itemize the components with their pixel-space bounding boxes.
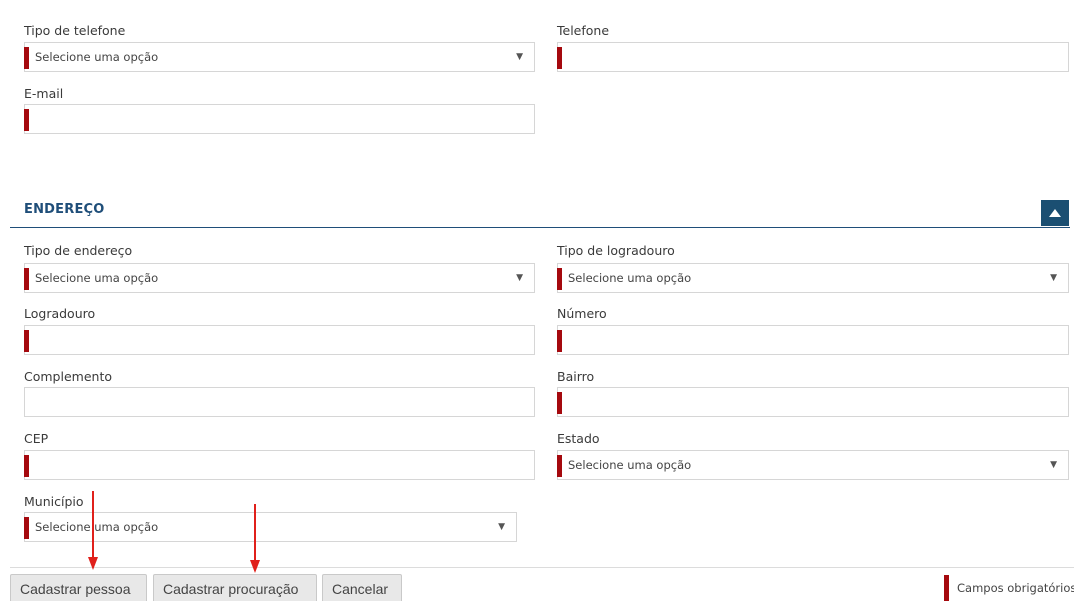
phone-input[interactable] — [557, 42, 1069, 72]
street-type-label: Tipo de logradouro — [557, 243, 675, 258]
street-type-select[interactable]: Selecione uma opção ▼ — [557, 263, 1069, 293]
cep-input[interactable] — [24, 450, 535, 480]
caret-up-icon — [1049, 209, 1061, 217]
address-type-select[interactable]: Selecione uma opção ▼ — [24, 263, 535, 293]
neighborhood-label: Bairro — [557, 369, 595, 384]
address-type-value: Selecione uma opção — [35, 271, 159, 285]
required-marker — [557, 455, 562, 477]
required-marker — [557, 392, 562, 414]
caret-down-icon: ▼ — [516, 273, 523, 283]
red-arrow-icon — [88, 491, 98, 570]
red-arrow-icon — [250, 504, 260, 573]
register-power-of-attorney-button[interactable]: Cadastrar procuração — [153, 574, 317, 601]
cancel-button[interactable]: Cancelar — [322, 574, 402, 601]
phone-label: Telefone — [557, 23, 610, 38]
state-value: Selecione uma opção — [568, 458, 692, 472]
caret-down-icon: ▼ — [1050, 273, 1057, 283]
required-marker — [24, 268, 29, 290]
required-marker — [557, 47, 562, 69]
street-input[interactable] — [24, 325, 535, 355]
required-marker — [24, 517, 29, 539]
collapse-section-button[interactable] — [1041, 200, 1069, 226]
complement-label: Complemento — [24, 369, 112, 384]
required-marker — [24, 109, 29, 131]
required-marker — [24, 330, 29, 352]
street-type-value: Selecione uma opção — [568, 271, 692, 285]
required-legend-text: Campos obrigatórios — [957, 581, 1074, 595]
city-label: Município — [24, 494, 84, 509]
required-marker — [24, 455, 29, 477]
required-marker — [24, 47, 29, 69]
email-input[interactable] — [24, 104, 535, 134]
required-legend-marker — [944, 575, 949, 601]
neighborhood-input[interactable] — [557, 387, 1069, 417]
number-label: Número — [557, 306, 607, 321]
footer-divider — [10, 567, 1074, 568]
address-type-label: Tipo de endereço — [24, 243, 133, 258]
number-input[interactable] — [557, 325, 1069, 355]
state-label: Estado — [557, 431, 600, 446]
complement-input[interactable] — [24, 387, 535, 417]
state-select[interactable]: Selecione uma opção ▼ — [557, 450, 1069, 480]
caret-down-icon: ▼ — [1050, 460, 1057, 470]
register-person-button[interactable]: Cadastrar pessoa — [10, 574, 147, 601]
phone-type-select[interactable]: Selecione uma opção ▼ — [24, 42, 535, 72]
street-label: Logradouro — [24, 306, 96, 321]
section-title-address: ENDEREÇO — [24, 202, 105, 217]
section-divider — [10, 227, 1070, 228]
caret-down-icon: ▼ — [516, 52, 523, 62]
required-marker — [557, 268, 562, 290]
phone-type-label: Tipo de telefone — [24, 23, 126, 38]
email-label: E-mail — [24, 86, 64, 101]
required-marker — [557, 330, 562, 352]
cep-label: CEP — [24, 431, 49, 446]
caret-down-icon: ▼ — [498, 522, 505, 532]
phone-type-value: Selecione uma opção — [35, 50, 159, 64]
